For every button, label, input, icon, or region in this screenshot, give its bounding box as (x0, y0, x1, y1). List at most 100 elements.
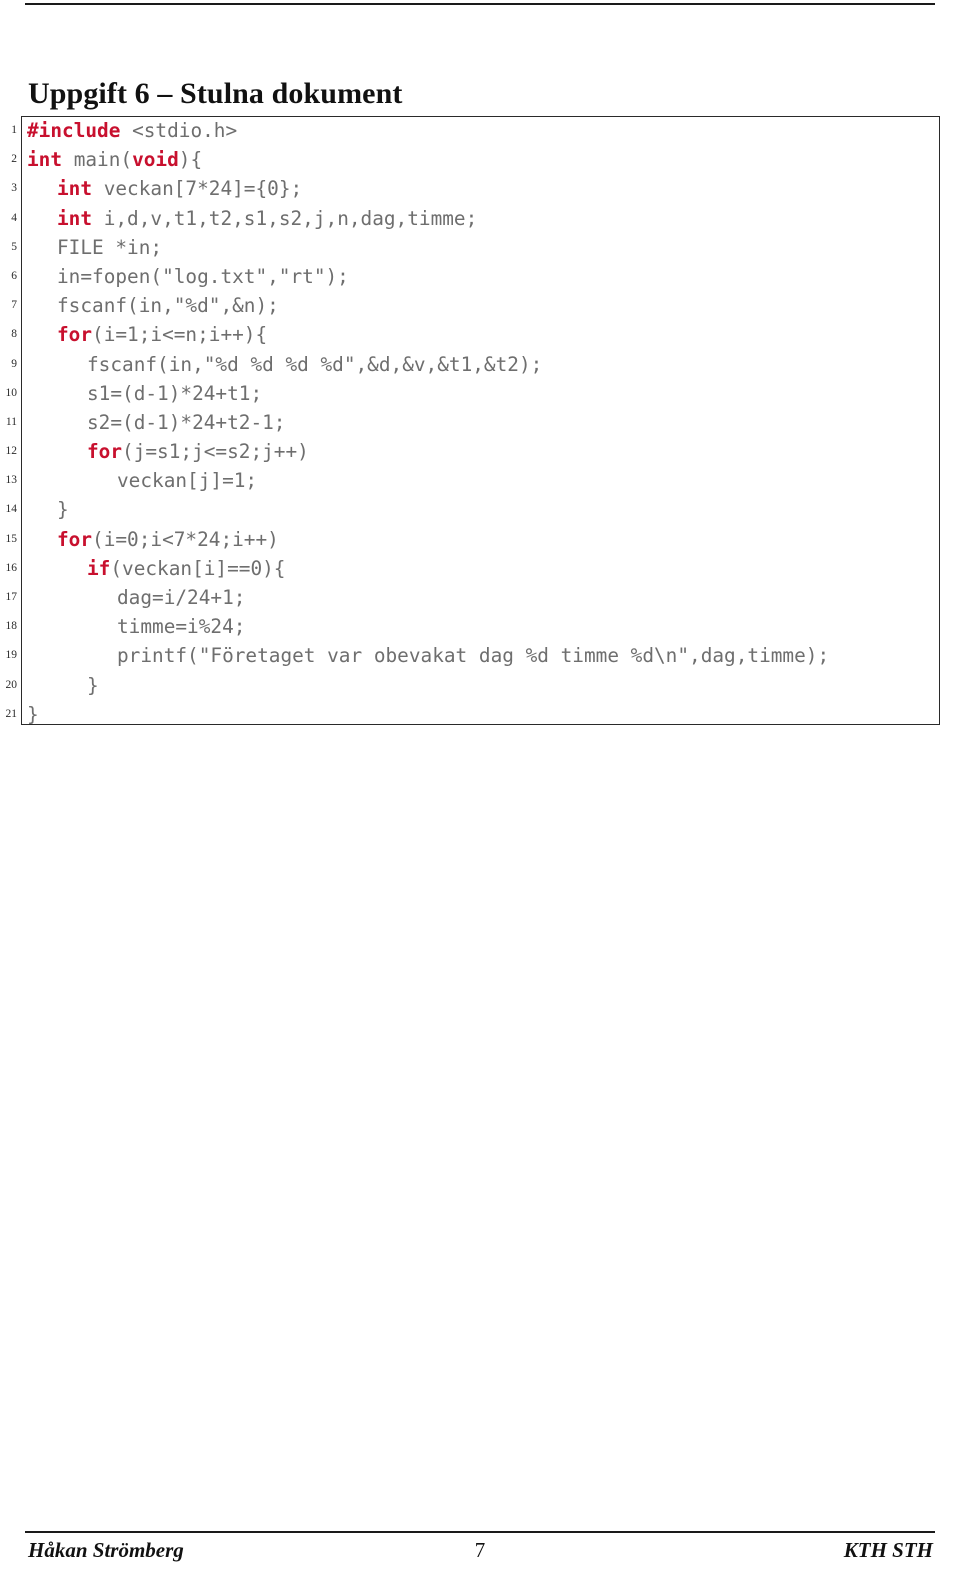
code-line-text: dag=i/24+1; (117, 583, 245, 612)
code-keyword: for (57, 323, 93, 347)
code-line-number: 10 (5, 386, 18, 399)
code-line: 13 veckan[j]=1; (0, 466, 960, 495)
code-line: 15 for(i=0;i<7*24;i++) (0, 525, 960, 554)
code-keyword: int (27, 148, 63, 172)
code-line-number: 2 (11, 153, 17, 166)
code-line: 12 for(j=s1;j<=s2;j++) (0, 437, 960, 466)
code-line: 21} (0, 700, 960, 729)
code-line-text: veckan[j]=1; (117, 466, 257, 495)
code-line-number: 3 (11, 182, 17, 195)
code-line-number: 18 (5, 620, 18, 633)
code-line: 20} (0, 671, 960, 700)
code-line-text: } (27, 700, 39, 729)
code-keyword: for (87, 440, 123, 464)
code-line: 9 fscanf(in,"%d %d %d %d",&d,&v,&t1,&t2); (0, 350, 960, 379)
code-text: fscanf(in,"%d",&n); (57, 294, 279, 318)
code-line: 14} (0, 495, 960, 524)
code-line: 11 s2=(d-1)*24+t2-1; (0, 408, 960, 437)
code-text: printf("Företaget var obevakat dag %d ti… (117, 644, 830, 668)
code-line-number: 11 (5, 415, 17, 428)
code-line-number: 5 (11, 240, 17, 253)
code-line-text: FILE *in; (57, 233, 162, 262)
code-text: timme=i%24; (117, 615, 246, 639)
code-line: 6 in=fopen("log.txt","rt"); (0, 262, 960, 291)
code-line-number: 7 (11, 299, 17, 312)
code-text: veckan[7*24]={0}; (92, 177, 303, 201)
code-text: fscanf(in,"%d %d %d %d",&d,&v,&t1,&t2); (87, 352, 543, 376)
code-line-text: s1=(d-1)*24+t1; (87, 379, 262, 408)
code-line-number: 4 (11, 211, 17, 224)
code-line: 8 for(i=1;i<=n;i++){ (0, 320, 960, 349)
code-line-text: int i,d,v,t1,t2,s1,s2,j,n,dag,timme; (57, 204, 477, 233)
code-line-number: 6 (11, 269, 17, 282)
code-keyword: #include (27, 119, 121, 142)
code-line-text: int veckan[7*24]={0}; (57, 174, 302, 203)
footer-rule (25, 1531, 935, 1533)
code-text: main( (62, 148, 133, 172)
code-listing-lines: 1 #include <stdio.h> 2 int main(void){ 3 int … (0, 116, 960, 729)
code-keyword: int (57, 177, 93, 201)
code-keyword: void (132, 148, 179, 172)
code-line: 7 fscanf(in,"%d",&n); (0, 291, 960, 320)
code-line-number: 16 (5, 561, 18, 574)
footer-page-number: 7 (474, 1538, 486, 1562)
code-line: 17 dag=i/24+1; (0, 583, 960, 612)
code-line-number: 20 (5, 678, 18, 691)
code-line-text: fscanf(in,"%d %d %d %d",&d,&v,&t1,&t2); (87, 350, 542, 379)
code-text: (j=s1;j<=s2;j++) (122, 440, 309, 464)
code-line-text: for(i=1;i<=n;i++){ (57, 320, 267, 349)
code-line: 1 #include <stdio.h> (0, 116, 960, 145)
code-keyword: int (57, 206, 93, 230)
page-title: Uppgift 6 – Stulna dokument (28, 77, 403, 111)
code-line-text: in=fopen("log.txt","rt"); (57, 262, 349, 291)
code-line-text: s2=(d-1)*24+t2-1; (87, 408, 285, 437)
code-line: 19 printf("Företaget var obevakat dag %d … (0, 641, 960, 670)
code-text: veckan[j]=1; (117, 469, 258, 493)
header-rule (25, 3, 935, 5)
code-text: } (87, 673, 99, 697)
code-keyword: if (87, 556, 111, 580)
code-line: 18 timme=i%24; (0, 612, 960, 641)
code-text: i,d,v,t1,t2,s1,s2,j,n,dag,timme; (92, 206, 478, 230)
code-line-number: 17 (5, 591, 18, 603)
code-line: 10 s1=(d-1)*24+t1; (0, 379, 960, 408)
code-line: 2 int main(void){ (0, 145, 960, 174)
code-text: (veckan[i]==0){ (110, 556, 286, 580)
code-line-number: 19 (5, 649, 18, 662)
code-line-number: 13 (5, 474, 18, 487)
code-text: FILE *in; (57, 235, 163, 259)
code-line-text: #include <stdio.h> (27, 116, 237, 145)
code-line-text: fscanf(in,"%d",&n); (57, 291, 279, 320)
code-line: 16 if(veckan[i]==0){ (0, 554, 960, 583)
code-text: } (57, 498, 69, 522)
code-text: } (27, 702, 39, 726)
code-text: dag=i/24+1; (117, 586, 246, 609)
code-text: (i=0;i<7*24;i++) (92, 527, 279, 551)
code-line-number: 1 (11, 124, 17, 136)
code-text: in=fopen("log.txt","rt"); (57, 264, 349, 288)
code-text: s2=(d-1)*24+t2-1; (87, 410, 286, 434)
code-line-text: printf("Företaget var obevakat dag %d ti… (117, 641, 829, 670)
code-line-number: 8 (11, 328, 17, 341)
code-listing: 1 #include <stdio.h> 2 int main(void){ 3 int … (0, 116, 960, 728)
code-line-text: int main(void){ (27, 145, 202, 174)
code-line: 3 int veckan[7*24]={0}; (0, 174, 960, 203)
code-keyword: for (57, 527, 93, 551)
code-text: (i=1;i<=n;i++){ (92, 323, 268, 347)
code-text: <stdio.h> (120, 119, 238, 142)
code-line-text: } (87, 671, 99, 700)
code-line-text: for(j=s1;j<=s2;j++) (87, 437, 309, 466)
code-line-text: for(i=0;i<7*24;i++) (57, 525, 279, 554)
code-line-text: } (57, 495, 69, 524)
page-footer: Håkan Strömberg 7 KTH STH (25, 1538, 935, 1570)
code-text: ){ (178, 148, 203, 172)
code-line-number: 14 (5, 503, 18, 516)
code-line-number: 15 (5, 532, 18, 545)
code-line: 5 FILE *in; (0, 233, 960, 262)
code-text: s1=(d-1)*24+t1; (87, 381, 263, 405)
code-line-text: if(veckan[i]==0){ (87, 554, 285, 583)
code-line-number: 12 (5, 445, 18, 458)
code-line-number: 21 (5, 707, 18, 720)
code-line: 4 int i,d,v,t1,t2,s1,s2,j,n,dag,timme; (0, 204, 960, 233)
code-line-text: timme=i%24; (117, 612, 245, 641)
